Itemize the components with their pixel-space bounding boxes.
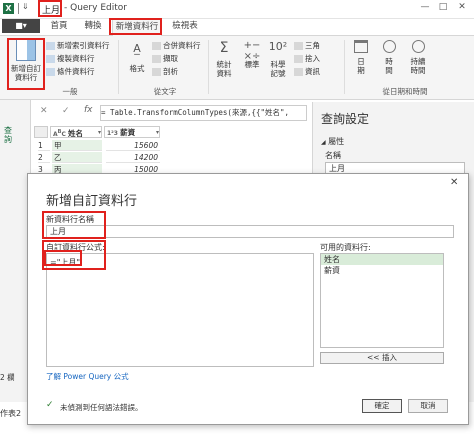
- highlight-custom-column: [7, 38, 45, 90]
- formula-cancel-icon[interactable]: ✕: [40, 106, 48, 116]
- tab-transform[interactable]: 轉換: [78, 19, 108, 34]
- available-column-item[interactable]: 薪資: [321, 265, 443, 276]
- round-button[interactable]: 捨入: [294, 54, 320, 64]
- learn-formula-link[interactable]: 了解 Power Query 公式: [46, 371, 129, 382]
- grid-corner[interactable]: [34, 126, 48, 138]
- tab-home[interactable]: 首頁: [44, 19, 74, 34]
- available-columns-label: 可用的資料行:: [320, 243, 371, 252]
- statistics-button[interactable]: Σ 統計 資料: [212, 40, 236, 78]
- dialog-close-button[interactable]: ✕: [450, 177, 458, 188]
- formula-text: = Table.TransformColumnTypes(來源,{{"姓名",: [101, 108, 290, 117]
- index-icon: [46, 42, 55, 50]
- conditional-column-button[interactable]: 條件資料行: [46, 67, 95, 77]
- minimize-button[interactable]: —: [418, 2, 432, 14]
- cancel-button[interactable]: 取消: [408, 399, 448, 413]
- formula-bar[interactable]: = Table.TransformColumnTypes(來源,{{"姓名",: [100, 105, 307, 121]
- highlight-formula-value: [44, 250, 82, 266]
- calendar-icon: [354, 40, 368, 53]
- duration-button[interactable]: 持續 時間: [406, 40, 430, 75]
- cell-name[interactable]: 乙: [52, 152, 102, 163]
- extract-button[interactable]: 擷取: [152, 54, 178, 64]
- trig-button[interactable]: 三角: [294, 41, 320, 51]
- parse-icon: [152, 68, 161, 76]
- syntax-status: 未偵測到任何語法錯誤。: [60, 403, 143, 412]
- status-column-count: 2 欄: [0, 373, 15, 382]
- information-button[interactable]: 資訊: [294, 67, 320, 77]
- merge-columns-button[interactable]: 合併資料行: [152, 41, 201, 51]
- cell-salary[interactable]: 14200: [106, 152, 160, 163]
- standard-button[interactable]: +− ×÷ 標準: [240, 40, 264, 69]
- group-general-label: 一般: [62, 87, 78, 96]
- available-column-item[interactable]: 姓名: [321, 254, 443, 265]
- quick-access-dropdown-icon[interactable]: ⇓: [22, 2, 29, 11]
- file-tab[interactable]: ■▾: [2, 19, 40, 33]
- cell-name[interactable]: 甲: [52, 140, 102, 151]
- number-type-icon: 1²3: [107, 130, 121, 137]
- scientific-button[interactable]: 10² 科學 記號: [266, 40, 290, 78]
- dialog-title: 新增自訂資料行: [46, 194, 138, 209]
- duplicate-icon: [46, 55, 55, 63]
- trig-icon: [294, 42, 303, 50]
- stopwatch-icon: [411, 40, 425, 53]
- insert-button[interactable]: << 插入: [320, 352, 444, 364]
- highlight-add-column-tab: [109, 18, 162, 35]
- column-header-name[interactable]: ABC 姓名 ▾: [50, 126, 102, 138]
- cell-salary[interactable]: 15600: [106, 140, 160, 151]
- standard-icon: +− ×÷: [243, 40, 261, 62]
- row-number: 2: [38, 152, 50, 163]
- merge-icon: [152, 42, 161, 50]
- parse-button[interactable]: 剖析: [152, 67, 178, 77]
- highlight-query-name: [38, 0, 62, 17]
- ribbon-tabs: 首頁 轉換 新增資料行 檢視表: [0, 18, 474, 36]
- add-index-column-button[interactable]: 新增索引資料行: [46, 41, 110, 51]
- time-button[interactable]: 時 間: [378, 40, 400, 75]
- maximize-button[interactable]: □: [436, 2, 450, 14]
- properties-header[interactable]: ◢ 屬性: [321, 136, 344, 147]
- new-column-name-input[interactable]: 上月: [46, 225, 454, 238]
- title-bar: X ⇓ 上月 - Query Editor — □ ✕: [0, 0, 474, 19]
- ribbon: 新增自訂 資料行 新增索引資料行 複製資料行 條件資料行 一般 A̲ 格式 合併…: [0, 36, 474, 100]
- status-bar: 2 欄: [0, 372, 30, 384]
- round-icon: [294, 55, 303, 63]
- name-label: 名稱: [325, 151, 341, 160]
- filter-dropdown-icon[interactable]: ▾: [156, 127, 159, 137]
- extract-icon: [152, 55, 161, 63]
- available-columns-list[interactable]: 姓名 薪資: [320, 253, 444, 348]
- close-window-button[interactable]: ✕: [455, 2, 469, 14]
- info-icon: [294, 68, 303, 76]
- excel-icon: X: [3, 3, 14, 14]
- power-icon: 10²: [268, 40, 288, 53]
- navigator-label: 查詢: [4, 126, 12, 144]
- fx-icon: fx: [84, 105, 93, 115]
- conditional-icon: [46, 68, 55, 76]
- ok-button[interactable]: 確定: [362, 399, 402, 413]
- formula-accept-icon[interactable]: ✓: [62, 106, 70, 116]
- tab-view[interactable]: 檢視表: [166, 19, 204, 34]
- highlight-new-column-name: [42, 211, 106, 239]
- filter-dropdown-icon[interactable]: ▾: [98, 127, 101, 137]
- collapse-triangle-icon: ◢: [321, 139, 326, 146]
- data-grid: ABC 姓名 ▾ 1²3 薪資 ▾ 1 甲 15600 2 乙 14200 3 丙 …: [34, 126, 310, 176]
- check-icon: ✓: [46, 400, 54, 410]
- format-icon: A̲: [133, 42, 141, 55]
- custom-formula-input[interactable]: ="上月": [46, 253, 314, 367]
- group-datetime-label: 從日期和時間: [382, 87, 428, 96]
- group-text-label: 從文字: [153, 87, 177, 96]
- group-separator: [208, 40, 209, 94]
- group-separator: [344, 40, 345, 94]
- format-button[interactable]: A̲ 格式: [124, 42, 150, 73]
- sigma-icon: Σ: [219, 40, 229, 56]
- clock-icon: [382, 40, 396, 53]
- separator-bar: [18, 3, 19, 14]
- date-button[interactable]: 日 期: [350, 40, 372, 75]
- row-number: 1: [38, 140, 50, 151]
- group-separator: [118, 40, 119, 94]
- sheet-tab[interactable]: 作表2: [0, 408, 21, 419]
- query-settings-title: 查詢設定: [321, 112, 370, 126]
- column-header-salary[interactable]: 1²3 薪資 ▾: [104, 126, 160, 138]
- window-title: - Query Editor: [64, 3, 127, 13]
- custom-column-dialog: ✕ 新增自訂資料行 新資料行名稱 上月 自訂資料行公式: ="上月" 可用的資料…: [27, 173, 469, 425]
- text-type-icon: ABC: [53, 129, 68, 138]
- duplicate-column-button[interactable]: 複製資料行: [46, 54, 95, 64]
